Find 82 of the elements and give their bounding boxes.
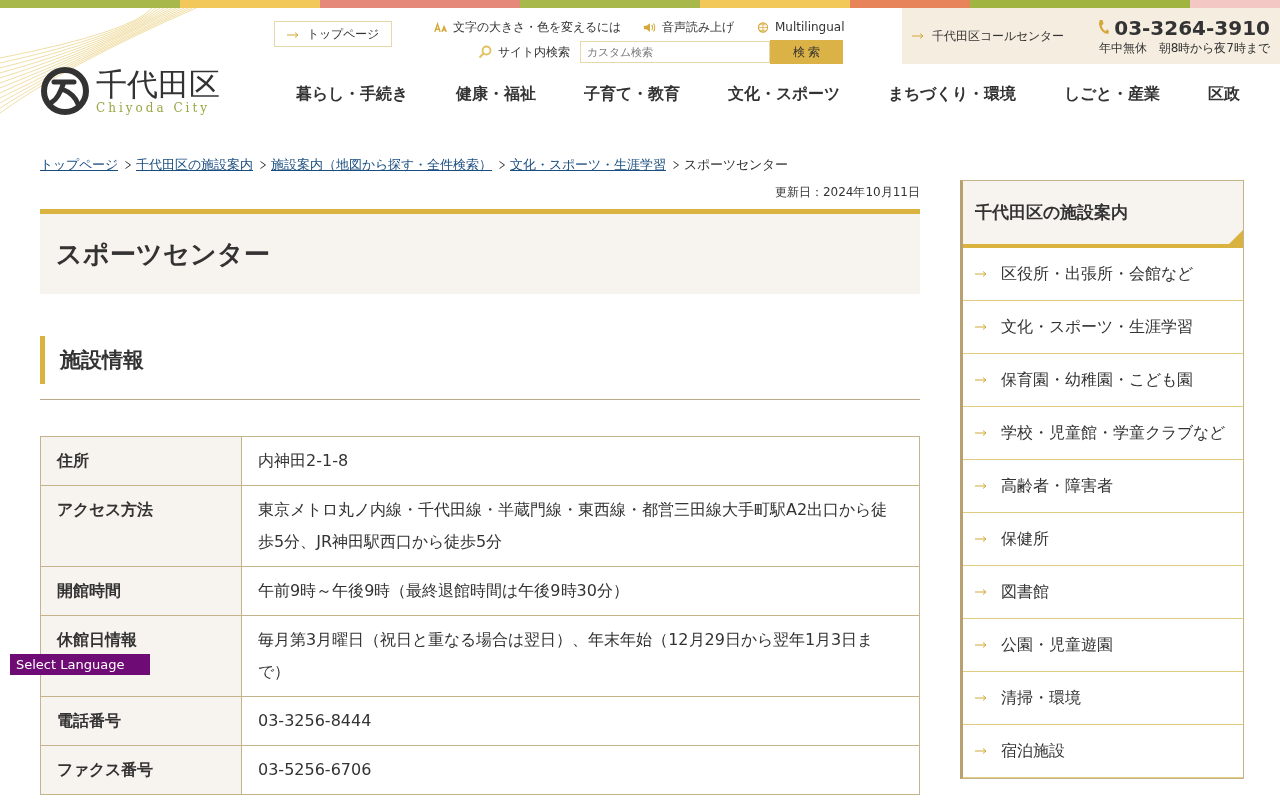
sidebar-link-text: 学校・児童館・学童クラブなど xyxy=(1001,422,1225,444)
arrow-icon xyxy=(287,31,299,38)
sidebar-link[interactable]: 文化・スポーツ・生涯学習 xyxy=(963,301,1243,354)
sidebar-link-text: 公園・児童遊園 xyxy=(1001,634,1113,656)
table-cell: 03-3256-8444 xyxy=(241,696,920,746)
search-button[interactable]: 検 索 xyxy=(770,40,843,64)
sidebar-link-text: 保育園・幼稚園・こども園 xyxy=(1001,369,1193,391)
arrow-icon xyxy=(975,695,987,701)
globe-icon xyxy=(756,21,770,33)
arrow-icon xyxy=(975,430,987,436)
phone-icon xyxy=(1097,19,1111,36)
table-cell: 毎月第3月曜日（祝日と重なる場合は翌日）、年末年始（12月29日から翌年1月3日まで） xyxy=(241,615,920,697)
nav-link[interactable]: しごと・産業 xyxy=(1064,84,1160,105)
sidebar-link[interactable]: 公園・児童遊園 xyxy=(963,619,1243,672)
sidebar-link[interactable]: 学校・児童館・学童クラブなど xyxy=(963,407,1243,460)
nav-link[interactable]: 健康・福祉 xyxy=(456,84,536,105)
page-title: スポーツセンター xyxy=(56,237,270,271)
chevron-icon xyxy=(125,161,131,169)
tool-link[interactable]: 音声読み上げ xyxy=(643,18,734,36)
sidebar-link-text: 文化・スポーツ・生涯学習 xyxy=(1001,316,1193,338)
sidebar-link-text: 保健所 xyxy=(1001,528,1049,550)
table-cell: 内神田2-1-8 xyxy=(241,436,920,486)
breadcrumb-link[interactable]: 文化・スポーツ・生涯学習 xyxy=(510,156,666,174)
logo-subtitle: Chiyoda City xyxy=(96,101,212,115)
font-size-icon xyxy=(434,21,448,33)
table-header-cell: アクセス方法 xyxy=(40,485,242,567)
breadcrumb-current: スポーツセンター xyxy=(684,156,788,174)
sidebar-link[interactable]: 清掃・環境 xyxy=(963,672,1243,725)
sidebar-link-text: 宿泊施設 xyxy=(1001,740,1065,762)
arrow-icon xyxy=(975,377,987,383)
phone-number: 03-3264-3910 xyxy=(1114,15,1270,40)
sidebar-link-text: 高齢者・障害者 xyxy=(1001,475,1113,497)
sidebar-link-text: 区役所・出張所・会館など xyxy=(1001,263,1193,285)
logo-name: 千代田区 xyxy=(96,67,220,101)
chevron-icon xyxy=(499,161,505,169)
table-cell: 東京メトロ丸ノ内線・千代田線・半蔵門線・東西線・都営三田線大手町駅A2出口から徒歩5分、JR神田駅西口から徒歩5分 xyxy=(241,485,920,567)
table-header-cell: 住所 xyxy=(40,436,242,486)
nav-link[interactable]: 区政 xyxy=(1208,84,1240,105)
tool-link[interactable]: 文字の大きさ・色を変えるには xyxy=(434,18,621,36)
breadcrumb-link[interactable]: トップページ xyxy=(40,156,118,174)
sidebar-link[interactable]: 保育園・幼稚園・こども園 xyxy=(963,354,1243,407)
search-label: サイト内検索 xyxy=(498,43,570,61)
sidebar-link-text: 清掃・環境 xyxy=(1001,687,1081,709)
sidebar-link[interactable]: 図書館 xyxy=(963,566,1243,619)
table-header-cell: 電話番号 xyxy=(40,696,242,746)
section-heading: 施設情報 xyxy=(40,336,920,384)
call-center-hours: 年中無休 朝8時から夜7時まで xyxy=(1098,39,1270,57)
table-cell: 午前9時～午後9時（最終退館時間は午後9時30分） xyxy=(241,566,920,616)
arrow-icon xyxy=(975,642,987,648)
chevron-icon xyxy=(260,161,266,169)
arrow-icon xyxy=(975,536,987,542)
emblem-icon xyxy=(40,66,90,116)
table-header-cell: 開館時間 xyxy=(40,566,242,616)
sidebar-heading: 千代田区の施設案内 xyxy=(963,181,1243,248)
nav-link[interactable]: 文化・スポーツ xyxy=(728,84,840,105)
arrow-icon xyxy=(975,271,987,277)
nav-link[interactable]: 暮らし・手続き xyxy=(296,84,408,105)
table-header-cell: ファクス番号 xyxy=(40,745,242,795)
speaker-icon xyxy=(643,21,657,33)
arrow-icon xyxy=(975,483,987,489)
search-field[interactable]: カスタム検索 xyxy=(580,41,770,63)
arrow-icon xyxy=(975,748,987,754)
breadcrumb-link[interactable]: 施設案内（地図から探す・全件検索） xyxy=(271,156,492,174)
tool-link[interactable]: Multilingual xyxy=(756,18,845,36)
sidebar-link[interactable]: 高齢者・障害者 xyxy=(963,460,1243,513)
arrow-icon xyxy=(912,33,924,39)
sidebar-link[interactable]: 宿泊施設 xyxy=(963,725,1243,778)
nav-link[interactable]: まちづくり・環境 xyxy=(888,84,1016,105)
breadcrumb-link[interactable]: 千代田区の施設案内 xyxy=(136,156,253,174)
arrow-icon xyxy=(975,589,987,595)
call-center-link[interactable]: 千代田区コールセンター xyxy=(912,27,1064,45)
table-cell: 03-5256-6706 xyxy=(241,745,920,795)
arrow-icon xyxy=(975,324,987,330)
sidebar-link[interactable]: 保健所 xyxy=(963,513,1243,566)
chevron-icon xyxy=(673,161,679,169)
sidebar-link-text: 図書館 xyxy=(1001,581,1049,603)
select-language-button[interactable]: Select Language xyxy=(10,654,150,675)
update-date: 更新日：2024年10月11日 xyxy=(774,184,920,201)
search-icon xyxy=(478,45,492,59)
nav-link[interactable]: 子育て・教育 xyxy=(584,84,680,105)
top-page-link[interactable]: トップページ xyxy=(274,21,392,47)
sidebar-link[interactable]: 区役所・出張所・会館など xyxy=(963,248,1243,301)
